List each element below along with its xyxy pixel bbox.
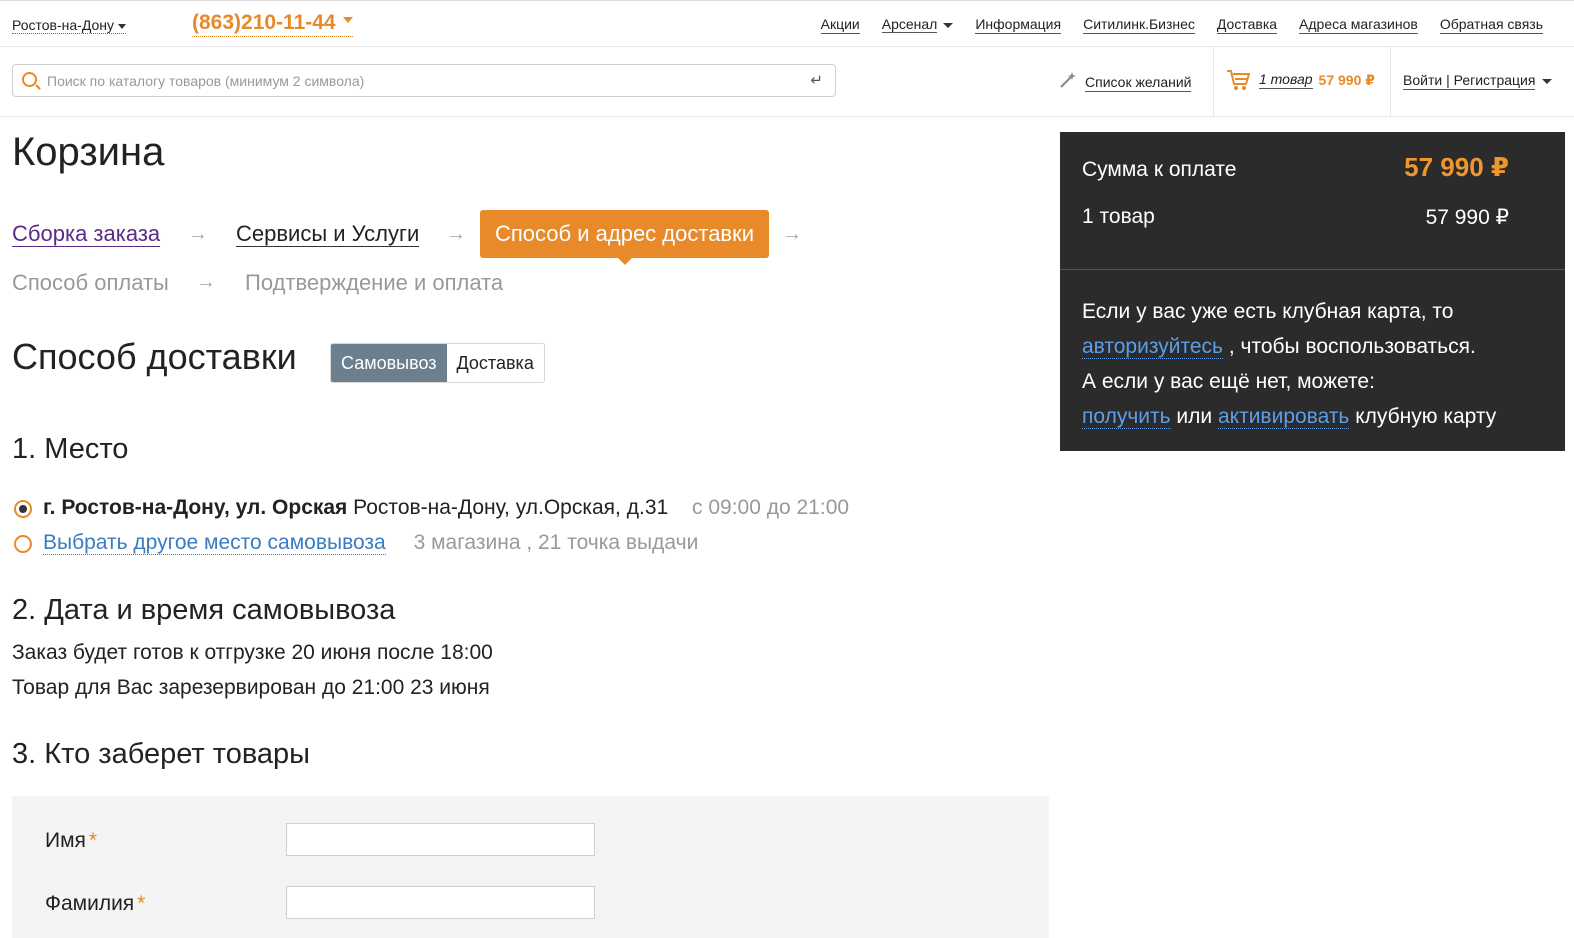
wishlist-label: Список желаний bbox=[1085, 73, 1192, 92]
search-row: ↵ Список желаний 1 товар 57 990 ₽ Войти … bbox=[0, 47, 1574, 117]
required-mark: * bbox=[137, 892, 146, 915]
login-link[interactable]: Войти | Регистрация bbox=[1403, 72, 1553, 90]
step-confirm: Подтверждение и оплата bbox=[245, 270, 504, 295]
magic-wand-icon bbox=[1059, 71, 1077, 94]
store-address: Ростов-на-Дону, ул.Орская, д.31 bbox=[353, 496, 669, 519]
divider bbox=[1060, 269, 1565, 270]
reserved-until-text: Товар для Вас зарезервирован до 21:00 23… bbox=[12, 676, 490, 699]
step-payment: Способ оплаты bbox=[12, 270, 169, 295]
choose-other-pickup-link[interactable]: Выбрать другое место самовывоза bbox=[43, 531, 386, 555]
arrow-icon: → bbox=[446, 223, 466, 245]
get-card-link[interactable]: получить bbox=[1082, 405, 1171, 429]
radio-other-store[interactable] bbox=[14, 535, 32, 553]
nav-feedback[interactable]: Обратная связь bbox=[1439, 16, 1543, 34]
ready-date-text: Заказ будет готов к отгрузке 20 июня пос… bbox=[12, 641, 493, 664]
order-summary: Сумма к оплате 57 990 ₽ 1 товар 57 990 ₽… bbox=[1060, 132, 1565, 451]
radio-selected-store[interactable] bbox=[14, 500, 32, 518]
search-icon bbox=[22, 72, 37, 87]
top-bar: Ростов-на-Дону (863)210-11-44 Акции Арсе… bbox=[0, 0, 1574, 47]
divider bbox=[1390, 47, 1391, 117]
club-text-1: Если у вас уже есть клубная карта, то bbox=[1082, 300, 1454, 323]
other-store: Выбрать другое место самовывоза 3 магази… bbox=[43, 531, 698, 555]
login-label: Войти | Регистрация bbox=[1403, 72, 1536, 90]
recipient-form: Имя * Фамилия * bbox=[12, 796, 1049, 938]
pickup-option[interactable]: Самовывоз bbox=[331, 344, 447, 382]
top-nav: Акции Арсенал Информация Ситилинк.Бизнес… bbox=[820, 16, 1543, 34]
club-text-4: клубную карту bbox=[1355, 405, 1497, 428]
page-title: Корзина bbox=[12, 130, 165, 174]
arrow-icon: → bbox=[196, 271, 216, 293]
activate-card-link[interactable]: активировать bbox=[1217, 405, 1350, 429]
store-name: г. Ростов-на-Дону, ул. Орская bbox=[43, 496, 348, 519]
phone-number: (863)210-11-44 bbox=[192, 11, 336, 34]
wishlist-link[interactable]: Список желаний bbox=[1059, 71, 1192, 94]
items-total: 57 990 ₽ bbox=[1425, 206, 1509, 229]
store-hours: с 09:00 до 21:00 bbox=[692, 496, 850, 519]
cart-icon bbox=[1226, 69, 1251, 91]
search-box: ↵ bbox=[12, 64, 836, 97]
required-mark: * bbox=[88, 829, 98, 852]
delivery-toggle: Самовывоз Доставка bbox=[330, 343, 545, 383]
step-delivery: Способ и адрес доставки bbox=[480, 210, 770, 265]
courier-option[interactable]: Доставка bbox=[446, 344, 544, 382]
city-label: Ростов-на-Дону bbox=[12, 17, 114, 33]
cart-sum: 57 990 ₽ bbox=[1318, 71, 1375, 88]
first-name-input[interactable] bbox=[286, 823, 595, 856]
club-text-2: , чтобы воспользоваться. bbox=[1228, 335, 1476, 358]
first-name-label-text: Имя bbox=[45, 829, 86, 852]
datetime-title: 2. Дата и время самовывоза bbox=[12, 594, 396, 626]
cart-link[interactable]: 1 товар 57 990 ₽ bbox=[1226, 69, 1375, 91]
chevron-down-icon bbox=[118, 23, 126, 29]
club-card-info: Если у вас уже есть клубная карта, то ав… bbox=[1082, 294, 1552, 434]
club-or: или bbox=[1176, 405, 1213, 428]
nav-delivery[interactable]: Доставка bbox=[1216, 16, 1278, 34]
search-input[interactable] bbox=[47, 69, 787, 92]
step-assembly[interactable]: Сборка заказа bbox=[12, 222, 161, 247]
items-label: 1 товар bbox=[1082, 205, 1155, 228]
club-text-3: А если у вас ещё нет, можете: bbox=[1082, 370, 1375, 393]
nav-info[interactable]: Информация bbox=[975, 16, 1062, 34]
nav-arsenal-label: Арсенал bbox=[881, 16, 938, 33]
enter-icon[interactable]: ↵ bbox=[810, 71, 823, 89]
nav-store-addresses[interactable]: Адреса магазинов bbox=[1299, 16, 1418, 34]
last-name-label-text: Фамилия bbox=[45, 892, 135, 915]
authorize-link[interactable]: авторизуйтесь bbox=[1082, 335, 1223, 359]
chevron-down-icon bbox=[943, 22, 954, 28]
divider bbox=[1213, 47, 1214, 117]
delivery-method-title: Способ доставки bbox=[12, 336, 297, 377]
other-store-info: 3 магазина , 21 точка выдачи bbox=[413, 531, 699, 554]
selected-store: г. Ростов-на-Дону, ул. Орская Ростов-на-… bbox=[43, 496, 849, 520]
step-services[interactable]: Сервисы и Услуги bbox=[236, 222, 420, 247]
arrow-icon: → bbox=[782, 223, 802, 245]
place-title: 1. Место bbox=[12, 433, 129, 465]
nav-promotions[interactable]: Акции bbox=[820, 16, 860, 34]
nav-business[interactable]: Ситилинк.Бизнес bbox=[1083, 16, 1195, 34]
who-title: 3. Кто заберет товары bbox=[12, 738, 311, 770]
last-name-input[interactable] bbox=[286, 886, 595, 919]
pay-total: 57 990 ₽ bbox=[1404, 152, 1509, 182]
cart-count: 1 товар bbox=[1259, 71, 1313, 89]
first-name-label: Имя * bbox=[45, 829, 97, 853]
last-name-label: Фамилия * bbox=[45, 892, 145, 916]
nav-arsenal[interactable]: Арсенал bbox=[881, 16, 954, 34]
phone-selector[interactable]: (863)210-11-44 bbox=[192, 10, 353, 37]
chevron-down-icon bbox=[1542, 78, 1553, 84]
arrow-icon: → bbox=[188, 223, 208, 245]
chevron-down-icon bbox=[342, 17, 353, 23]
pay-label: Сумма к оплате bbox=[1082, 158, 1237, 181]
city-selector[interactable]: Ростов-на-Дону bbox=[12, 17, 126, 34]
